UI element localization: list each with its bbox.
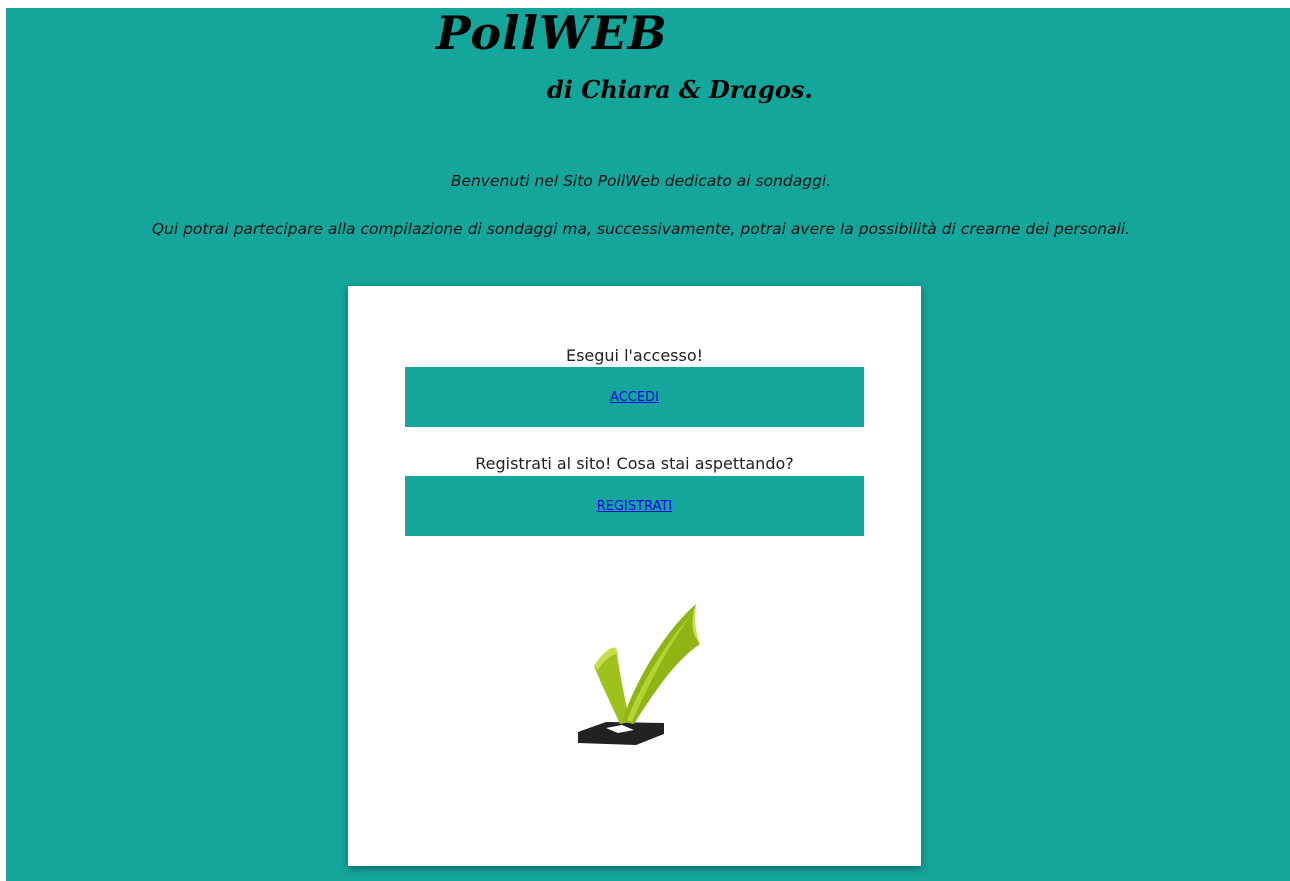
checkmark-vote-icon [578,604,700,745]
auth-card: Esegui l'accesso! ACCEDI Registrati al s… [348,286,921,866]
register-prompt: Registrati al sito! Cosa stai aspettando… [475,454,794,473]
site-subtitle: di Chiara & Dragos. [547,75,813,104]
register-panel: REGISTRATI [405,476,864,536]
login-link[interactable]: ACCEDI [610,390,659,405]
page-background: PollWEB di Chiara & Dragos. Benvenuti ne… [6,8,1290,881]
login-prompt: Esegui l'accesso! [565,346,704,365]
site-title: PollWEB [436,8,668,60]
welcome-text: Benvenuti nel Sito PollWeb dedicato ai s… [450,172,832,190]
register-link[interactable]: REGISTRATI [597,499,673,514]
description-text: Qui potrai partecipare alla compilazione… [151,220,1131,238]
login-panel: ACCEDI [405,367,864,427]
